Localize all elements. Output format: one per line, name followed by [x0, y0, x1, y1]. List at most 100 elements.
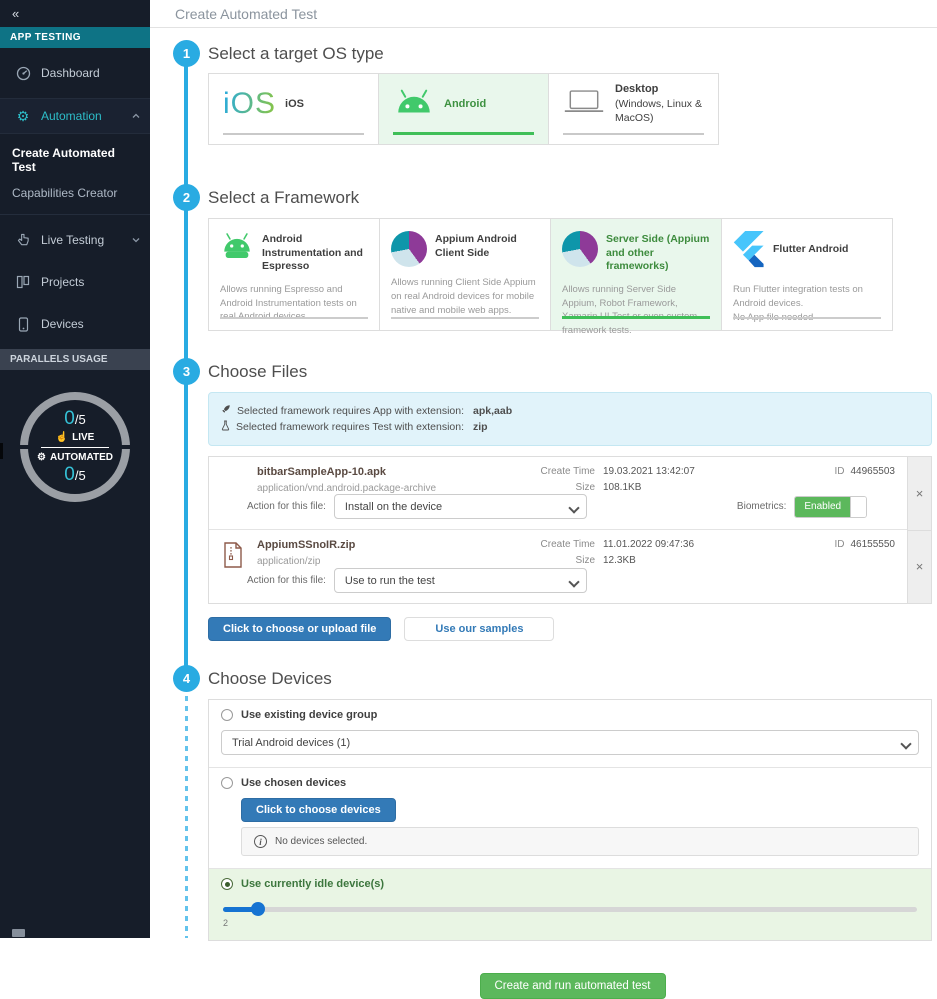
appium-logo-icon — [391, 231, 427, 267]
step-2-badge: 2 — [173, 184, 200, 211]
chevron-up-icon — [132, 111, 140, 121]
left-edge-tab[interactable] — [0, 443, 3, 459]
sidebar-item-label: Projects — [41, 275, 84, 289]
os-card-sublabel: (Windows, Linux & MacOS) — [615, 98, 702, 124]
hand-icon: ☝ — [56, 432, 68, 443]
gears-icon: ⚙ — [37, 452, 46, 463]
step-2-framework: 2 Select a Framework Android Instrumenta… — [150, 184, 937, 331]
create-run-test-button[interactable]: Create and run automated test — [480, 973, 666, 999]
live-usage-value: 0/5 — [64, 409, 85, 430]
info-icon: i — [254, 835, 267, 848]
file-meta: Create Time11.01.2022 09:47:36 Size12.3K… — [527, 539, 694, 571]
sidebar-item-create-automated-test[interactable]: Create Automated Test — [0, 140, 150, 180]
framework-title: Flutter Android — [773, 231, 848, 257]
sidebar-item-capabilities-creator[interactable]: Capabilities Creator — [0, 180, 150, 206]
card-underline — [220, 317, 368, 319]
app-requirement-line: Selected framework requires App with ext… — [221, 404, 919, 417]
framework-card-server-side[interactable]: Server Side (Appium and other frameworks… — [550, 218, 722, 331]
use-device-group-option[interactable]: Use existing device group — [221, 709, 919, 721]
step-1-title: Select a target OS type — [208, 40, 937, 67]
use-chosen-devices-option[interactable]: Use chosen devices — [221, 777, 919, 789]
step-1-badge: 1 — [173, 40, 200, 67]
file-id: ID44965503 — [835, 466, 896, 477]
framework-card-espresso[interactable]: Android Instrumentation and Espresso All… — [208, 218, 380, 331]
step-4-devices: 4 Choose Devices Use existing device gro… — [150, 665, 937, 999]
os-card-label: iOS — [285, 98, 304, 110]
remove-file-button[interactable]: × — [908, 457, 931, 531]
close-icon: × — [916, 486, 924, 501]
os-card-android[interactable]: Android — [378, 73, 549, 145]
sidebar-item-dashboard[interactable]: Dashboard — [0, 56, 150, 90]
slider-track[interactable] — [223, 907, 917, 912]
framework-card-flutter[interactable]: Flutter Android Run Flutter integration … — [721, 218, 893, 331]
device-group-select[interactable]: Trial Android devices (1) — [221, 730, 919, 755]
appium-logo-icon — [562, 231, 598, 267]
chevron-down-icon — [132, 235, 140, 245]
slider-thumb[interactable] — [251, 902, 265, 916]
file-id: ID46155550 — [835, 539, 896, 550]
step-3-title: Choose Files — [208, 358, 937, 385]
page-title: Create Automated Test — [175, 6, 317, 22]
use-idle-devices-option[interactable]: Use currently idle device(s) — [221, 878, 919, 890]
sidebar-item-devices[interactable]: Devices — [0, 307, 150, 341]
file-list: bitbarSampleApp-10.apk application/vnd.a… — [208, 456, 932, 604]
sidebar-item-projects[interactable]: Projects — [0, 265, 150, 299]
sidebar-item-automation[interactable]: ⚙ Automation — [0, 98, 150, 134]
file-action-select[interactable]: Install on the device — [334, 494, 587, 519]
sidebar: « APP TESTING Dashboard ⚙ Automation Cre… — [0, 0, 150, 938]
file-action-label: Action for this file: — [247, 575, 326, 586]
biometrics-state: Enabled — [795, 497, 850, 517]
os-card-desktop[interactable]: Desktop (Windows, Linux & MacOS) — [548, 73, 719, 145]
step-4-title: Choose Devices — [208, 665, 937, 692]
file-row-zip: AppiumSSnoIR.zip application/zip Create … — [209, 530, 907, 603]
gauge-tick — [120, 445, 132, 449]
sidebar-item-label: Dashboard — [41, 66, 100, 80]
step-3-badge: 3 — [173, 358, 200, 385]
ios-logo-icon: iOS — [223, 89, 276, 119]
sidebar-item-label: Devices — [41, 317, 84, 331]
gauge-divider — [41, 447, 109, 448]
sidebar-item-live-testing[interactable]: Live Testing — [0, 223, 150, 257]
toggle-knob — [850, 497, 866, 517]
upload-file-button[interactable]: Click to choose or upload file — [208, 617, 391, 641]
os-card-ios[interactable]: iOS iOS — [208, 73, 379, 145]
live-usage-label: ☝ LIVE — [56, 432, 95, 443]
framework-title: Appium Android Client Side — [435, 231, 539, 260]
device-group-section: Use existing device group Trial Android … — [209, 700, 931, 768]
sidebar-collapse-icon[interactable]: « — [0, 0, 150, 27]
card-underline — [563, 133, 704, 135]
file-row-apk: bitbarSampleApp-10.apk application/vnd.a… — [209, 457, 907, 530]
step-2-title: Select a Framework — [208, 184, 937, 211]
sidebar-section-app-testing: APP TESTING — [0, 27, 150, 48]
step-4-badge: 4 — [173, 665, 200, 692]
sidebar-bottom-icon[interactable] — [12, 929, 25, 937]
sidebar-item-label: Live Testing — [41, 233, 104, 247]
automated-usage-label: ⚙ AUTOMATED — [37, 452, 113, 463]
framework-title: Android Instrumentation and Espresso — [262, 231, 368, 274]
page-header: Create Automated Test — [150, 0, 937, 28]
laptop-icon — [563, 87, 605, 122]
file-action-select[interactable]: Use to run the test — [334, 568, 587, 593]
radio-unchecked-icon[interactable] — [221, 777, 233, 789]
use-samples-button[interactable]: Use our samples — [404, 617, 554, 641]
sidebar-section-parallels-usage: PARALLELS USAGE — [0, 349, 150, 370]
biometrics-toggle[interactable]: Enabled — [794, 496, 867, 518]
flutter-logo-icon — [733, 231, 765, 274]
framework-description: Allows running Client Side Appium on rea… — [391, 276, 539, 317]
idle-device-count-slider[interactable] — [223, 902, 917, 916]
framework-card-appium-client[interactable]: Appium Android Client Side Allows runnin… — [379, 218, 551, 331]
choose-devices-button[interactable]: Click to choose devices — [241, 798, 396, 822]
idle-devices-section: Use currently idle device(s) 2 — [209, 869, 931, 940]
os-card-label: Desktop — [615, 83, 658, 95]
remove-file-button[interactable]: × — [908, 531, 931, 604]
radio-unchecked-icon[interactable] — [221, 709, 233, 721]
sidebar-item-label: Automation — [41, 109, 102, 123]
card-underline — [391, 317, 539, 319]
dashboard-icon — [12, 66, 34, 81]
card-underline — [393, 132, 534, 135]
close-icon: × — [916, 559, 924, 574]
gears-icon: ⚙ — [12, 108, 34, 125]
radio-checked-icon[interactable] — [221, 878, 233, 890]
biometrics-label: Biometrics: — [737, 501, 786, 512]
android-icon — [393, 88, 435, 121]
